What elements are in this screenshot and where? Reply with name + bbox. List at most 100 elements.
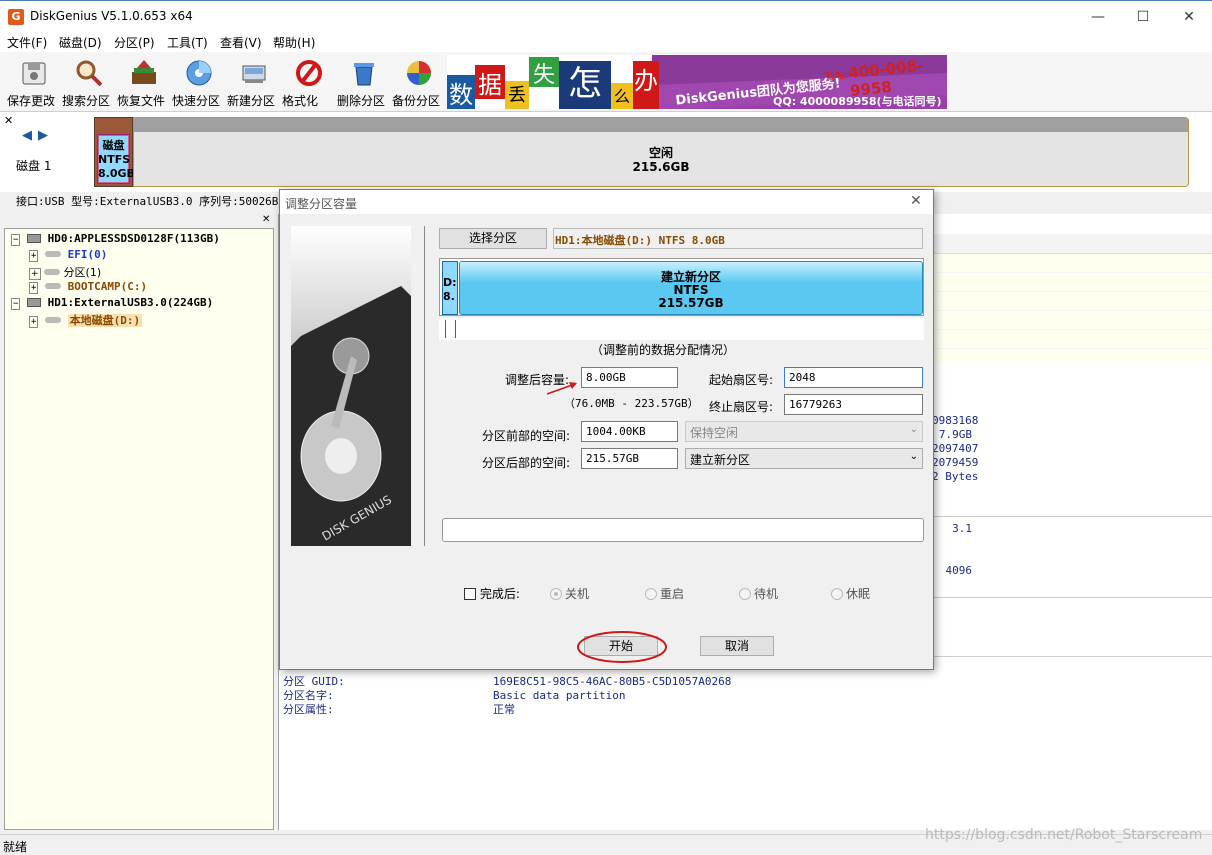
radio-hibernate[interactable]: 休眠 [831,585,870,602]
space-after-option: 建立新分区 [690,453,751,467]
banner-char-3: 丢 [505,81,529,109]
free-space-size: 215.6GB [632,160,690,174]
space-after-input[interactable]: 215.57GB [581,448,678,469]
partition-block-d[interactable]: 磁盘 NTFS 8.0GB [94,117,135,187]
free-space-text: 空闲 215.6GB [134,146,1188,174]
close-button[interactable]: ✕ [1166,3,1212,31]
partition-icon [44,269,61,275]
menu-help[interactable]: 帮助(H) [273,34,315,51]
menu-partition[interactable]: 分区(P) [114,34,155,51]
status-bar: 就绪 https://blog.csdn.net/Robot_Starscrea… [0,827,1212,855]
tree-item-hd0[interactable]: − HD0:APPLESSDSD0128F(113GB) [11,232,220,248]
ruler-area [439,318,924,340]
select-partition-button[interactable]: 选择分区 [439,228,547,249]
resize-partition-dialog: 调整分区容量 ✕ DISK GENIUS 选择分区 HD1:本地磁盘(D:) N… [279,189,934,670]
start-sector-input[interactable]: 2048 [784,367,923,388]
banner-char-7: 办 [633,61,659,109]
backup-partition-button[interactable]: 备份分区 [392,56,446,110]
partition-layout-bar: D: 8. 建立新分区 NTFS 215.57GB [439,258,924,316]
detail-row-attr: 分区属性: 正常 [283,703,731,717]
partition-block-size: 8.0GB [98,167,135,180]
ruler-mark [455,320,456,338]
tree-header: ✕ [4,214,274,226]
disk-icon [27,298,42,307]
space-after-select[interactable]: 建立新分区 ⌄ [685,448,923,469]
partition-block-text: 磁盘 NTFS 8.0GB [98,139,135,181]
tree-item-efi[interactable]: + EFI(0) [29,248,107,264]
space-after-label: 分区后部的空间: [482,456,571,470]
end-sector-input[interactable]: 16779263 [784,394,923,415]
tree-label-hd0: HD0:APPLESSDSD0128F(113GB) [47,232,220,245]
expand-icon[interactable]: + [29,268,41,280]
info-value: 2 Bytes [932,470,979,483]
menu-tools[interactable]: 工具(T) [167,34,208,51]
collapse-icon[interactable]: − [11,298,21,310]
tree-item-local-disk-d[interactable]: + 本地磁盘(D:) [29,312,143,328]
space-before-input[interactable]: 1004.00KB [581,421,678,442]
expand-icon[interactable]: + [29,250,39,262]
tree-label-partition1: 分区(1) [63,266,102,279]
recover-files-label: 恢复文件 [117,94,166,108]
expand-icon[interactable]: + [29,282,39,294]
menu-view[interactable]: 查看(V) [220,34,262,51]
radio-standby[interactable]: 待机 [739,585,778,602]
save-changes-button[interactable]: 保存更改 [7,56,61,110]
search-partition-button[interactable]: 搜索分区 [62,56,116,110]
prev-disk-icon[interactable]: ◀ [22,128,32,143]
tree-item-partition1[interactable]: + 分区(1) [29,264,101,280]
minimize-button[interactable]: — [1075,3,1121,31]
detail-label: 分区名字: [283,689,334,702]
red-circle-annotation [577,631,667,663]
segment-size: 215.57GB [658,296,724,310]
size-input[interactable]: 8.00GB [581,367,678,388]
diskbar-close-icon[interactable]: ✕ [4,114,13,127]
menu-file[interactable]: 文件(F) [7,34,47,51]
after-completion-label: 完成后: [479,587,520,601]
tree-item-bootcamp[interactable]: + BOOTCAMP(C:) [29,280,147,296]
divider [932,656,1212,657]
info-table-rows [932,254,1212,364]
collapse-icon[interactable]: − [11,234,21,246]
disk-label: 磁盘 1 [16,159,52,173]
radio-selected-icon [550,588,562,600]
after-completion-checkbox[interactable]: 完成后: [464,585,520,602]
info-value: 7.9GB [938,428,972,441]
segment-label: D: [443,276,457,289]
next-disk-icon[interactable]: ▶ [38,128,48,143]
watermark: https://blog.csdn.net/Robot_Starscream [925,827,1203,843]
tree-item-hd1[interactable]: − HD1:ExternalUSB3.0(224GB) [11,296,213,312]
format-icon [296,60,322,86]
new-partition-button[interactable]: 新建分区 [227,56,281,110]
chevron-down-icon: ⌄ [909,451,918,462]
cancel-button[interactable]: 取消 [700,636,774,656]
quick-partition-button[interactable]: 快速分区 [172,56,226,110]
dialog-title-bar: 调整分区容量 ✕ [280,190,933,214]
dialog-title: 调整分区容量 [285,197,358,211]
title-bar: G DiskGenius V5.1.0.653 x64 — ☐ ✕ [0,0,1212,32]
new-partition-segment: 建立新分区 NTFS 215.57GB [459,261,923,315]
end-sector-label: 终止扇区号: [709,400,774,414]
radio-shutdown[interactable]: 关机 [550,585,589,602]
advertisement-banner[interactable]: 数 据 丢 失 怎 么 办 DiskGenius团队为您服务! 致电: 400-… [447,55,947,109]
recover-files-button[interactable]: 恢复文件 [117,56,171,110]
tree-close-icon[interactable]: ✕ [262,214,270,225]
banner-char-6: 么 [611,83,633,109]
delete-icon [354,63,374,86]
menu-disk[interactable]: 磁盘(D) [59,34,102,51]
selected-partition-label: HD1:本地磁盘(D:) NTFS 8.0GB [553,228,923,249]
new-partition-icon [242,65,266,83]
dialog-close-icon[interactable]: ✕ [910,193,922,209]
delete-partition-button[interactable]: 删除分区 [337,56,391,110]
tree-label-local-disk-d: 本地磁盘(D:) [67,314,143,327]
info-header-row [932,234,1212,254]
checkbox-icon[interactable] [464,588,476,600]
progress-bar [442,518,924,542]
expand-icon[interactable]: + [29,316,39,328]
partition-block-fs: NTFS [98,153,131,166]
free-space-block[interactable]: 空闲 215.6GB [133,117,1189,187]
radio-restart[interactable]: 重启 [645,585,684,602]
tree-label-efi: EFI(0) [67,248,108,261]
maximize-button[interactable]: ☐ [1120,3,1166,31]
format-button[interactable]: 格式化 [282,56,336,110]
radio-icon [831,588,843,600]
